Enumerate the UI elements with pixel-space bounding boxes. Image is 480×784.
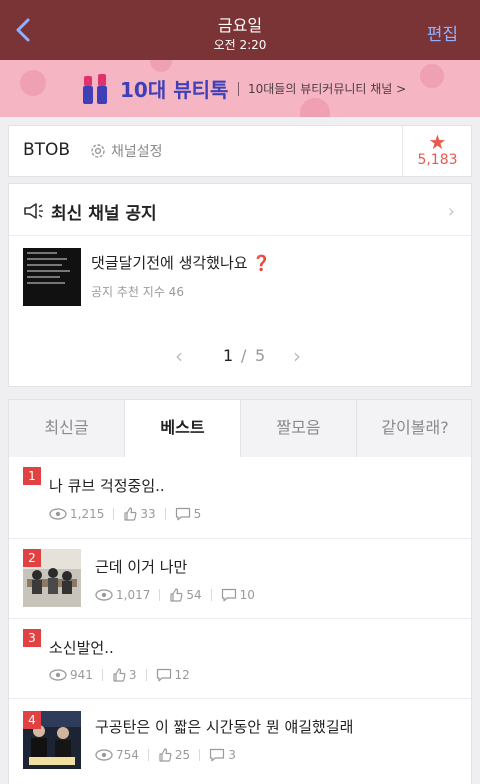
banner-decoration — [420, 64, 444, 88]
star-icon: ★ — [428, 130, 447, 154]
thumbnail-text-line — [27, 270, 70, 272]
thumbs-up-icon — [113, 668, 126, 682]
channel-star-button[interactable]: ★ 5,183 — [402, 126, 472, 176]
notice-pager: ‹ 1 / 5 › — [9, 344, 471, 370]
pager-separator: / — [241, 346, 247, 365]
comment-count: 3 — [228, 748, 236, 762]
chevron-right-icon: › — [447, 201, 455, 222]
notice-thumbnail[interactable] — [23, 248, 81, 306]
channel-name: BTOB — [23, 140, 71, 160]
thumbnail-text-line — [27, 276, 60, 278]
comment-icon — [210, 748, 225, 762]
banner-subtitle: 10대들의 뷰티커뮤니티 채널 > — [248, 82, 407, 96]
divider — [101, 669, 103, 681]
comment-count: 5 — [193, 507, 202, 521]
thumbnail-text-line — [27, 282, 65, 284]
notice-heading: 최신 채널 공지 — [51, 204, 157, 224]
divider — [164, 508, 166, 520]
question-mark-icon: ❓ — [252, 254, 272, 272]
pager-next-button[interactable]: › — [293, 344, 301, 368]
thumbs-up-icon — [170, 588, 183, 602]
pager-prev-button[interactable]: ‹ — [175, 344, 183, 368]
divider — [210, 589, 212, 601]
list-item[interactable]: 1 나 큐브 걱정중임.. 1,215 33 5 — [9, 457, 471, 539]
board-tabs: 최신글 베스트 짤모음 같이볼래? — [8, 399, 473, 458]
notice-header[interactable]: 최신 채널 공지 › — [9, 184, 471, 236]
top-bar: 금요일 오전 2:20 편집 — [0, 0, 480, 60]
rank-badge: 2 — [23, 549, 41, 567]
divider — [199, 749, 201, 761]
comment-count: 12 — [174, 668, 190, 682]
post-title: 소신발언.. — [49, 639, 114, 657]
list-item[interactable]: 4 구공탄은 이 짧은 시간동안 뭔 얘길했길래 754 25 3 — [9, 699, 471, 784]
banner-channel-name: 10대 뷰티톡 — [120, 78, 229, 102]
list-item[interactable]: 2 근데 이거 나만 1,017 54 10 — [9, 539, 471, 619]
like-count: 3 — [128, 668, 137, 682]
thumbs-up-icon — [124, 507, 137, 521]
channel-settings-label: 채널설정 — [111, 144, 163, 160]
post-title: 나 큐브 걱정중임.. — [49, 477, 165, 495]
like-count: 25 — [174, 748, 191, 762]
divider — [113, 508, 115, 520]
eye-icon — [95, 749, 113, 761]
notice-post-title[interactable]: 댓글달기전에 생각했나요 ❓ — [91, 252, 271, 273]
divider — [159, 589, 161, 601]
post-list: 1 나 큐브 걱정중임.. 1,215 33 5 2 근데 이거 나만 1,01… — [8, 457, 472, 784]
tab-best[interactable]: 베스트 — [125, 400, 241, 458]
channel-settings-button[interactable]: 채널설정 — [89, 140, 163, 162]
notice-post-meta: 공지 추천 지수 46 — [91, 285, 184, 299]
banner-decoration — [300, 98, 330, 117]
gear-icon — [91, 144, 105, 158]
comment-icon — [175, 507, 190, 521]
post-stats: 1,017 54 10 — [95, 586, 255, 604]
pager-current: 1 — [223, 346, 234, 365]
view-count: 941 — [70, 668, 93, 682]
list-item[interactable]: 3 소신발언.. 941 3 12 — [9, 619, 471, 699]
post-stats: 754 25 3 — [95, 746, 236, 764]
thumbnail-text-line — [27, 252, 57, 254]
view-count: 1,017 — [116, 588, 151, 602]
post-stats: 1,215 33 5 — [49, 505, 201, 523]
post-stats: 941 3 12 — [49, 666, 190, 684]
eye-icon — [49, 508, 67, 520]
channel-banner[interactable]: 10대 뷰티톡 10대들의 뷰티커뮤니티 채널 > — [0, 60, 480, 117]
comment-count: 10 — [239, 588, 255, 602]
divider — [238, 82, 239, 96]
tab-latest[interactable]: 최신글 — [9, 400, 125, 458]
rank-badge: 3 — [23, 629, 41, 647]
page-subtitle-time: 오전 2:20 — [213, 38, 267, 52]
notice-card: 최신 채널 공지 › 댓글달기전에 생각했나요 ❓ 공지 추천 지수 46 ‹ … — [8, 183, 472, 387]
notice-post-title-text: 댓글달기전에 생각했나요 — [91, 254, 248, 272]
thumbnail-text-line — [27, 258, 67, 260]
page-title: 금요일 — [217, 16, 263, 35]
megaphone-icon — [24, 203, 43, 219]
tab-watch-together[interactable]: 같이볼래? — [357, 400, 473, 458]
tab-images[interactable]: 짤모음 — [241, 400, 357, 458]
view-count: 1,215 — [70, 507, 105, 521]
star-count: 5,183 — [417, 152, 458, 168]
thumbnail-text-line — [27, 264, 62, 266]
divider — [147, 749, 149, 761]
pager-total: 5 — [255, 346, 266, 365]
post-title: 구공탄은 이 짧은 시간동안 뭔 얘길했길래 — [95, 718, 354, 736]
banner-decoration — [150, 60, 172, 72]
post-title: 근데 이거 나만 — [95, 558, 188, 576]
comment-icon — [156, 668, 171, 682]
eye-icon — [49, 669, 67, 681]
edit-button[interactable]: 편집 — [427, 20, 458, 45]
banner-decoration — [20, 70, 46, 96]
eye-icon — [95, 589, 113, 601]
rank-badge: 1 — [23, 467, 41, 485]
rank-badge: 4 — [23, 711, 41, 729]
like-count: 54 — [186, 588, 202, 602]
comment-icon — [221, 588, 236, 602]
channel-info-card: BTOB 채널설정 ★ 5,183 — [8, 125, 472, 177]
view-count: 754 — [116, 748, 139, 762]
divider — [145, 669, 147, 681]
thumbs-up-icon — [159, 748, 172, 762]
like-count: 33 — [140, 507, 156, 521]
lipstick-icon — [83, 74, 107, 104]
